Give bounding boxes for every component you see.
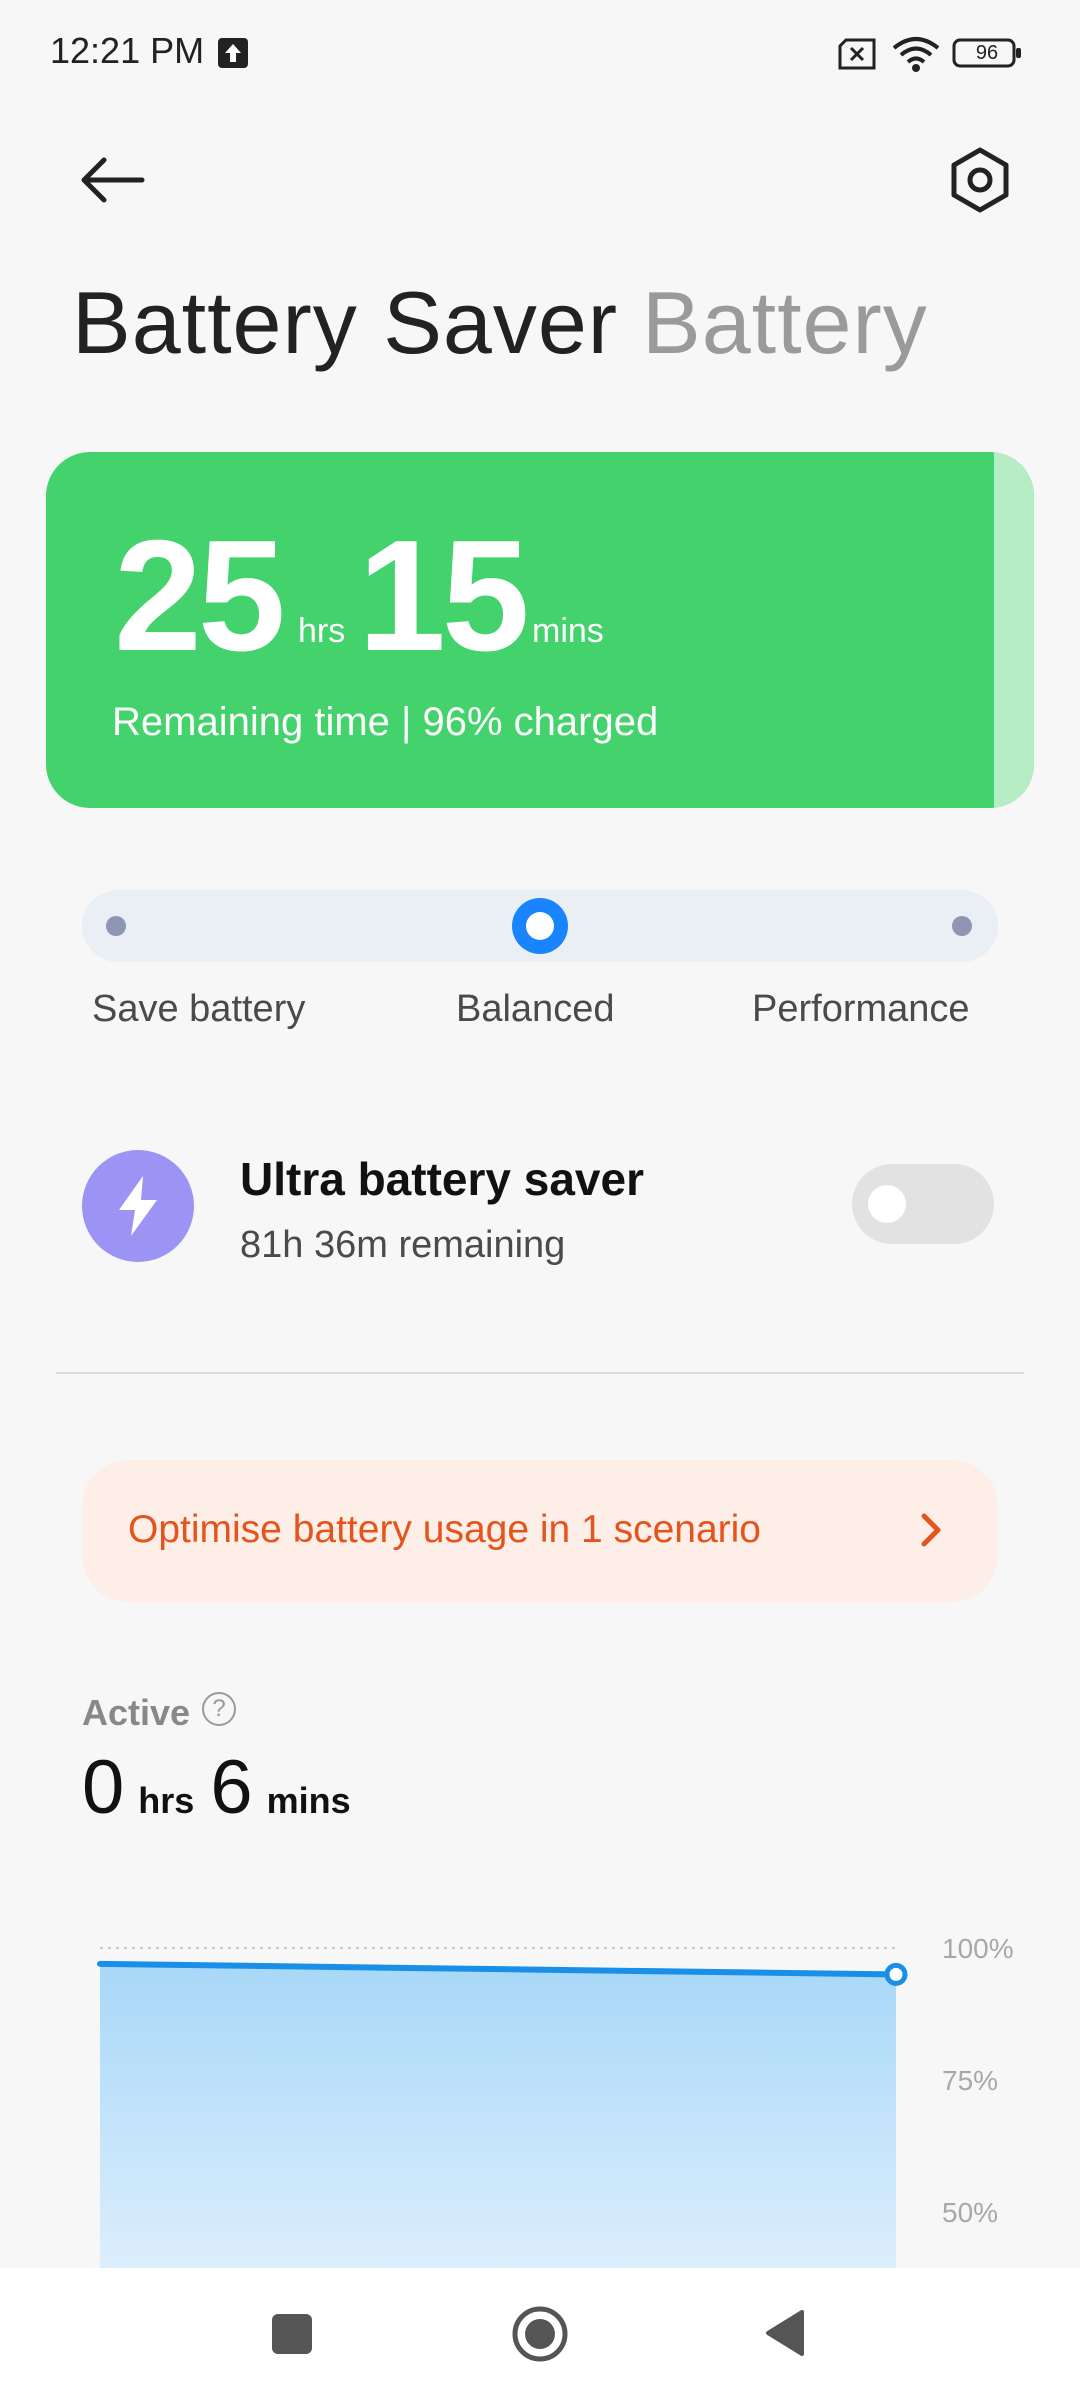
- active-label: Active: [82, 1692, 191, 1733]
- battery-level-text: 96: [975, 42, 999, 64]
- chevron-right-icon: [921, 1513, 941, 1547]
- active-time: 0 hrs 6 mins: [82, 1744, 351, 1831]
- chart-y-tick-label: 100%: [942, 1933, 1014, 1964]
- chart-area: [100, 1963, 896, 2270]
- ultra-saver-subtitle: 81h 36m remaining: [240, 1224, 566, 1266]
- divider: [56, 1372, 1024, 1374]
- active-mins: 6: [210, 1745, 253, 1830]
- mins-unit: mins: [532, 612, 604, 650]
- active-hours-unit: hrs: [138, 1780, 195, 1821]
- navigation-bar: [0, 2268, 1080, 2400]
- optimise-label: Optimise battery usage in 1 scenario: [128, 1508, 761, 1551]
- mode-slider[interactable]: [82, 890, 998, 962]
- nav-back-button[interactable]: [762, 2308, 806, 2358]
- remaining-hours: 25: [114, 508, 286, 684]
- settings-button[interactable]: [940, 140, 1020, 220]
- mode-dot-performance[interactable]: [952, 916, 972, 936]
- mode-slider-thumb[interactable]: [512, 898, 568, 954]
- chart-y-tick-label: 50%: [942, 2197, 998, 2228]
- remaining-time-card[interactable]: 25 hrs 15 mins Remaining time | 96% char…: [46, 452, 1034, 808]
- help-icon[interactable]: ?: [202, 1692, 236, 1726]
- ultra-saver-toggle[interactable]: [852, 1164, 994, 1244]
- lightning-icon: [82, 1150, 194, 1262]
- optimise-battery-card[interactable]: Optimise battery usage in 1 scenario: [82, 1460, 998, 1602]
- tab-battery[interactable]: Battery: [642, 272, 928, 374]
- upload-notification-icon: [218, 38, 248, 68]
- tab-battery-saver[interactable]: Battery Saver: [72, 272, 618, 374]
- status-time: 12:21 PM: [50, 30, 205, 71]
- active-hours: 0: [82, 1745, 125, 1830]
- mode-label-balanced[interactable]: Balanced: [456, 988, 614, 1031]
- active-mins-unit: mins: [266, 1780, 351, 1821]
- ultra-saver-title: Ultra battery saver: [240, 1153, 644, 1205]
- recents-button[interactable]: [272, 2314, 312, 2354]
- back-button[interactable]: [72, 140, 152, 220]
- remaining-subtitle: Remaining time | 96% charged: [112, 700, 659, 744]
- hours-unit: hrs: [298, 612, 346, 650]
- gear-icon: [951, 147, 1009, 213]
- arrow-left-icon: [81, 157, 145, 203]
- mode-dot-save-battery[interactable]: [106, 916, 126, 936]
- mode-label-save-battery[interactable]: Save battery: [92, 988, 305, 1031]
- battery-icon: 96: [952, 38, 1022, 68]
- home-button[interactable]: [510, 2304, 570, 2364]
- no-sim-icon: [836, 38, 878, 75]
- toggle-knob: [868, 1185, 906, 1223]
- card-edge: [994, 452, 1034, 808]
- remaining-mins: 15: [358, 508, 530, 684]
- chart-y-tick-label: 75%: [942, 2065, 998, 2096]
- battery-level-chart: 100% 75% 50%: [97, 1933, 1014, 2270]
- chart-endpoint: [884, 1962, 908, 1986]
- mode-label-performance[interactable]: Performance: [752, 988, 970, 1031]
- wifi-icon: [890, 34, 942, 79]
